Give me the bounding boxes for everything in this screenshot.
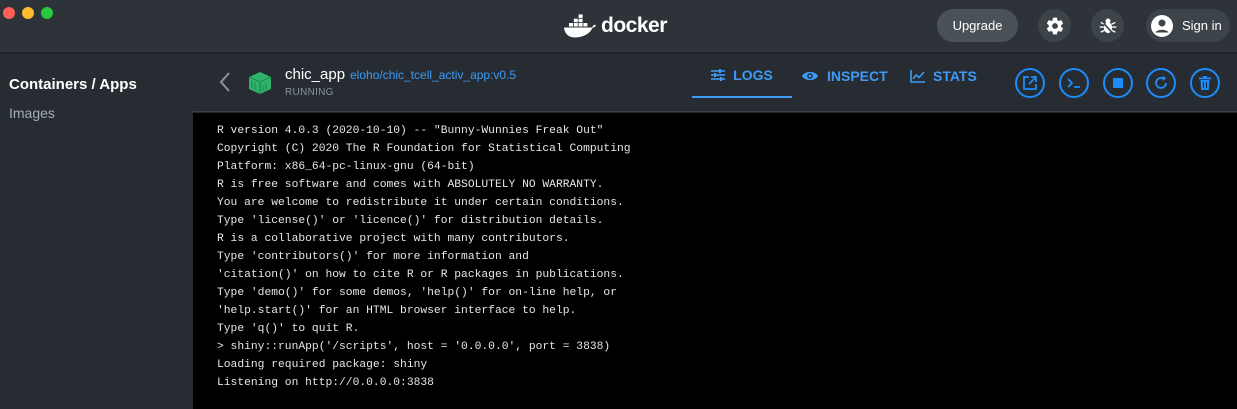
sign-in-button[interactable]: Sign in: [1146, 9, 1230, 42]
log-line: You are welcome to redistribute it under…: [217, 197, 624, 209]
gear-icon: [1046, 17, 1063, 34]
log-line: Listening on http://0.0.0.0:3838: [217, 377, 434, 389]
restart-button[interactable]: [1146, 68, 1176, 98]
cli-button[interactable]: [1059, 68, 1089, 98]
tab-logs[interactable]: LOGS: [692, 54, 792, 98]
settings-button[interactable]: [1038, 9, 1071, 42]
log-line: Loading required package: shiny: [217, 359, 428, 371]
bug-icon: [1099, 18, 1116, 33]
sidebar: Containers / Apps Images: [0, 54, 193, 409]
title-bar: docker Upgrade Sign in: [0, 0, 1237, 53]
chart-icon: [910, 69, 925, 83]
restart-icon: [1155, 76, 1167, 89]
log-line: Type 'contributors()' for more informati…: [217, 251, 529, 263]
eye-icon: [802, 71, 818, 81]
container-icon: [248, 72, 272, 94]
sidebar-item-images[interactable]: Images: [9, 105, 55, 121]
log-line: 'help.start()' for an HTML browser inter…: [217, 305, 577, 317]
log-line: R is a collaborative project with many c…: [217, 233, 570, 245]
docker-whale-icon: [564, 14, 596, 38]
log-line: 'citation()' on how to cite R or R packa…: [217, 269, 624, 281]
tab-stats[interactable]: STATS: [910, 54, 977, 98]
logs-icon: [711, 69, 726, 81]
container-name: chic_app: [285, 66, 346, 83]
sidebar-item-containers-apps[interactable]: Containers / Apps: [9, 76, 137, 93]
back-button[interactable]: [215, 68, 235, 96]
tab-stats-label: STATS: [933, 68, 977, 84]
log-line: Type 'license()' or 'licence()' for dist…: [217, 215, 604, 227]
log-line: R is free software and comes with ABSOLU…: [217, 179, 604, 191]
open-in-browser-button[interactable]: [1015, 68, 1045, 98]
log-line: Platform: x86_64-pc-linux-gnu (64-bit): [217, 161, 475, 173]
upgrade-button[interactable]: Upgrade: [937, 9, 1018, 42]
open-in-browser-icon: [1023, 76, 1037, 90]
delete-button[interactable]: [1190, 68, 1220, 98]
logs-output[interactable]: R version 4.0.3 (2020-10-10) -- "Bunny-W…: [193, 113, 1237, 409]
window-zoom-button[interactable]: [41, 7, 53, 19]
tab-inspect[interactable]: INSPECT: [801, 54, 888, 98]
window-minimize-button[interactable]: [22, 7, 34, 19]
cli-icon: [1067, 78, 1080, 88]
container-header: chic_app eloho/chic_tcell_activ_app:v0.5…: [193, 54, 1237, 112]
log-line: Type 'q()' to quit R.: [217, 323, 360, 335]
sign-in-label: Sign in: [1182, 18, 1222, 33]
window-close-button[interactable]: [3, 7, 15, 19]
chevron-left-icon: [219, 72, 230, 92]
docker-wordmark: docker: [601, 14, 667, 37]
troubleshoot-button[interactable]: [1091, 9, 1124, 42]
log-line: Copyright (C) 2020 The R Foundation for …: [217, 143, 631, 155]
log-line: R version 4.0.3 (2020-10-10) -- "Bunny-W…: [217, 125, 604, 137]
log-line: Type 'demo()' for some demos, 'help()' f…: [217, 287, 617, 299]
delete-icon: [1199, 76, 1211, 90]
account-icon: [1150, 14, 1174, 38]
tab-logs-label: LOGS: [733, 67, 773, 83]
log-line: > shiny::runApp('/scripts', host = '0.0.…: [217, 341, 611, 353]
docker-logo: docker: [563, 12, 667, 40]
stop-button[interactable]: [1103, 68, 1133, 98]
container-image-link[interactable]: eloho/chic_tcell_activ_app:v0.5: [350, 68, 516, 82]
tab-inspect-label: INSPECT: [827, 68, 888, 84]
container-status: RUNNING: [285, 87, 334, 98]
stop-icon: [1113, 78, 1123, 88]
